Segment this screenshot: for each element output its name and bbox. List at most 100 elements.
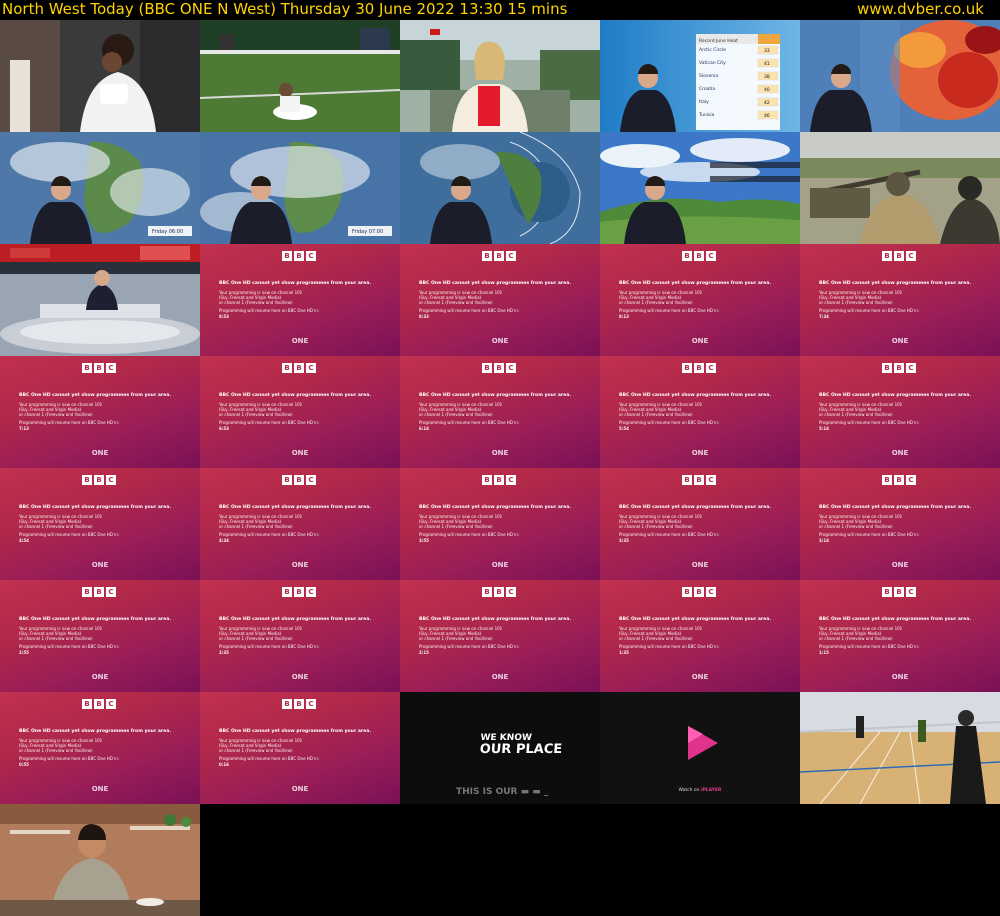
card-countdown: 8:33 — [419, 314, 429, 319]
thumbnail-promo-we-know-our-place[interactable]: WE KNOW OUR PLACE THIS IS OUR ▬ ▬ _ — [400, 692, 600, 804]
thumbnail-news-studio[interactable] — [0, 244, 200, 356]
card-line: Programming will resume here on BBC One … — [619, 644, 720, 649]
thumbnail-bbc-holding-card[interactable]: B B C BBC One HD cannot yet show programmes… — [0, 580, 200, 692]
bbc-logo-icon: BBC — [82, 475, 116, 485]
thumbnail-bbc-holding-card[interactable]: B B C BBC One HD cannot yet show programmes… — [600, 356, 800, 468]
thumbnail-bbc-holding-card[interactable]: B B C BBC One HD cannot yet show programmes… — [600, 468, 800, 580]
thumbnail-bbc-holding-card[interactable]: B B C BBC One HD cannot yet show programmes… — [200, 580, 400, 692]
card-channel-label: ONE — [91, 449, 109, 457]
card-line: or channel 1 (Freeview and YouView) — [619, 300, 693, 305]
thumbnail-bbc-holding-card[interactable]: B B C BBC One HD cannot yet show programmes… — [200, 244, 400, 356]
programme-title: North West Today (BBC ONE N West) Thursd… — [2, 0, 568, 18]
card-channel-label: ONE — [891, 449, 909, 457]
card-channel-label: ONE — [491, 561, 509, 569]
card-line: or channel 1 (Freeview and YouView) — [819, 300, 893, 305]
weather-table-place: Italy — [699, 99, 709, 105]
card-channel-label: ONE — [291, 561, 309, 569]
card-line: Programming will resume here on BBC One … — [19, 532, 120, 537]
card-channel-label: ONE — [891, 673, 909, 681]
card-channel-label: ONE — [291, 785, 309, 793]
card-countdown: 5:54 — [619, 426, 629, 431]
card-line: or channel 1 (Freeview and YouView) — [419, 412, 493, 417]
thumbnail-weather-europe-map[interactable] — [800, 20, 1000, 132]
thumbnail-bbc-holding-card[interactable]: B B C BBC One HD cannot yet show programmes… — [600, 580, 800, 692]
card-line: Programming will resume here on BBC One … — [219, 308, 320, 313]
card-line: Programming will resume here on BBC One … — [219, 420, 320, 425]
card-line: Programming will resume here on BBC One … — [219, 532, 320, 537]
iplayer-caption: Watch on iPLAYER — [678, 788, 722, 793]
bbc-logo-icon: BBC — [882, 251, 916, 261]
thumbnail-weather-pressure-chart[interactable] — [400, 132, 600, 244]
thumbnail-grid: Record June Heat Arctic Circle 33 Vatican … — [0, 20, 1000, 916]
thumbnail-soldiers-artillery[interactable] — [800, 132, 1000, 244]
card-line: or channel 1 (Freeview and YouView) — [219, 412, 293, 417]
thumbnail-bbc-holding-card[interactable]: B B C BBC One HD cannot yet show programmes… — [400, 356, 600, 468]
thumbnail-bbc-holding-card[interactable]: B B C BBC One HD cannot yet show programmes… — [400, 468, 600, 580]
bbc-logo-icon: BBC — [682, 363, 716, 373]
thumbnail-weather-uk-satellite-1[interactable]: Friday 06:00 — [0, 132, 200, 244]
card-countdown: 1:35 — [619, 650, 629, 655]
card-countdown: 0:55 — [19, 762, 29, 767]
card-line: or channel 1 (Freeview and YouView) — [219, 300, 293, 305]
weather-table-title: Record June Heat — [699, 38, 738, 44]
thumbnail-bbc-holding-card[interactable]: B B C BBC One HD cannot yet show programmes… — [400, 580, 600, 692]
weather-table-value: 42 — [764, 100, 770, 106]
thumbnail-iplayer-ident[interactable]: Watch on iPLAYER — [600, 692, 800, 804]
card-channel-label: ONE — [891, 337, 909, 345]
weather-table-value: 40 — [764, 87, 770, 93]
card-line: Programming will resume here on BBC One … — [219, 756, 320, 761]
card-heading: BBC One HD cannot yet show programmes fr… — [419, 393, 572, 398]
thumbnail-bbc-holding-card[interactable]: B B C BBC One HD cannot yet show programmes… — [0, 692, 200, 804]
card-line: or channel 1 (Freeview and YouView) — [219, 748, 293, 753]
card-line: or channel 1 (Freeview and YouView) — [619, 412, 693, 417]
thumbnail-reporter-outside[interactable] — [400, 20, 600, 132]
bbc-logo-icon: BBC — [682, 251, 716, 261]
card-countdown: 4:34 — [219, 538, 229, 543]
bbc-logo-icon: BBC — [282, 251, 316, 261]
card-line: or channel 1 (Freeview and YouView) — [419, 300, 493, 305]
card-heading: BBC One HD cannot yet show programmes fr… — [819, 617, 972, 622]
thumbnail-bbc-holding-card[interactable]: B B C BBC One HD cannot yet show programmes… — [800, 468, 1000, 580]
thumbnail-bbc-holding-card[interactable]: B B C BBC One HD cannot yet show programmes… — [800, 244, 1000, 356]
thumbnail-bbc-holding-card[interactable]: B B C BBC One HD cannot yet show programmes… — [600, 244, 800, 356]
card-line: or channel 1 (Freeview and YouView) — [219, 636, 293, 641]
thumbnail-tennis-player[interactable] — [0, 20, 200, 132]
card-line: Programming will resume here on BBC One … — [819, 420, 920, 425]
thumbnail-bbc-holding-card[interactable]: B B C BBC One HD cannot yet show programmes… — [800, 356, 1000, 468]
bbc-logo-icon: BBC — [482, 363, 516, 373]
bbc-logo-icon: BBC — [282, 475, 316, 485]
thumbnail-bbc-holding-card[interactable]: B B C BBC One HD cannot yet show programmes… — [0, 356, 200, 468]
card-countdown: 6:14 — [419, 426, 429, 431]
thumbnail-weather-heat-table[interactable]: Record June Heat Arctic Circle 33 Vatican … — [600, 20, 800, 132]
thumbnail-cooking-chef[interactable] — [0, 804, 200, 916]
card-channel-label: ONE — [491, 337, 509, 345]
bbc-logo-icon: BBC — [82, 699, 116, 709]
card-line: Programming will resume here on BBC One … — [419, 308, 520, 313]
card-countdown: 2:35 — [219, 650, 229, 655]
card-line: or channel 1 (Freeview and YouView) — [19, 748, 93, 753]
card-line: Programming will resume here on BBC One … — [419, 644, 520, 649]
card-line: Programming will resume here on BBC One … — [819, 644, 920, 649]
site-link[interactable]: www.dvber.co.uk — [857, 0, 984, 19]
thumbnail-bbc-holding-card[interactable]: B B C BBC One HD cannot yet show programmes… — [200, 692, 400, 804]
thumbnail-bbc-holding-card[interactable]: B B C BBC One HD cannot yet show programmes… — [0, 468, 200, 580]
thumbnail-bbc-holding-card[interactable]: B B C BBC One HD cannot yet show programmes… — [200, 468, 400, 580]
card-countdown: 6:53 — [219, 426, 229, 431]
bbc-logo-icon: BBC — [282, 699, 316, 709]
thumbnail-sports-hall[interactable] — [800, 692, 1000, 804]
thumbnail-tennis-court[interactable] — [200, 20, 400, 132]
thumbnail-weather-landscape[interactable] — [600, 132, 800, 244]
card-line: or channel 1 (Freeview and YouView) — [19, 524, 93, 529]
bbc-logo-icon: BBC — [482, 251, 516, 261]
thumbnail-weather-uk-satellite-2[interactable]: Friday 07:00 — [200, 132, 400, 244]
bbc-logo-icon: BBC — [682, 475, 716, 485]
card-countdown: 2:15 — [419, 650, 429, 655]
thumbnail-bbc-holding-card[interactable]: B B C BBC One HD cannot yet show programmes… — [400, 244, 600, 356]
thumbnail-bbc-holding-card[interactable]: B B C BBC One HD cannot yet show programmes… — [800, 580, 1000, 692]
thumbnail-bbc-holding-card[interactable]: B B C BBC One HD cannot yet show programmes… — [200, 356, 400, 468]
card-line: or channel 1 (Freeview and YouView) — [819, 412, 893, 417]
card-line: Programming will resume here on BBC One … — [19, 420, 120, 425]
card-heading: BBC One HD cannot yet show programmes fr… — [19, 617, 172, 622]
card-heading: BBC One HD cannot yet show programmes fr… — [219, 617, 372, 622]
card-heading: BBC One HD cannot yet show programmes fr… — [219, 729, 372, 734]
